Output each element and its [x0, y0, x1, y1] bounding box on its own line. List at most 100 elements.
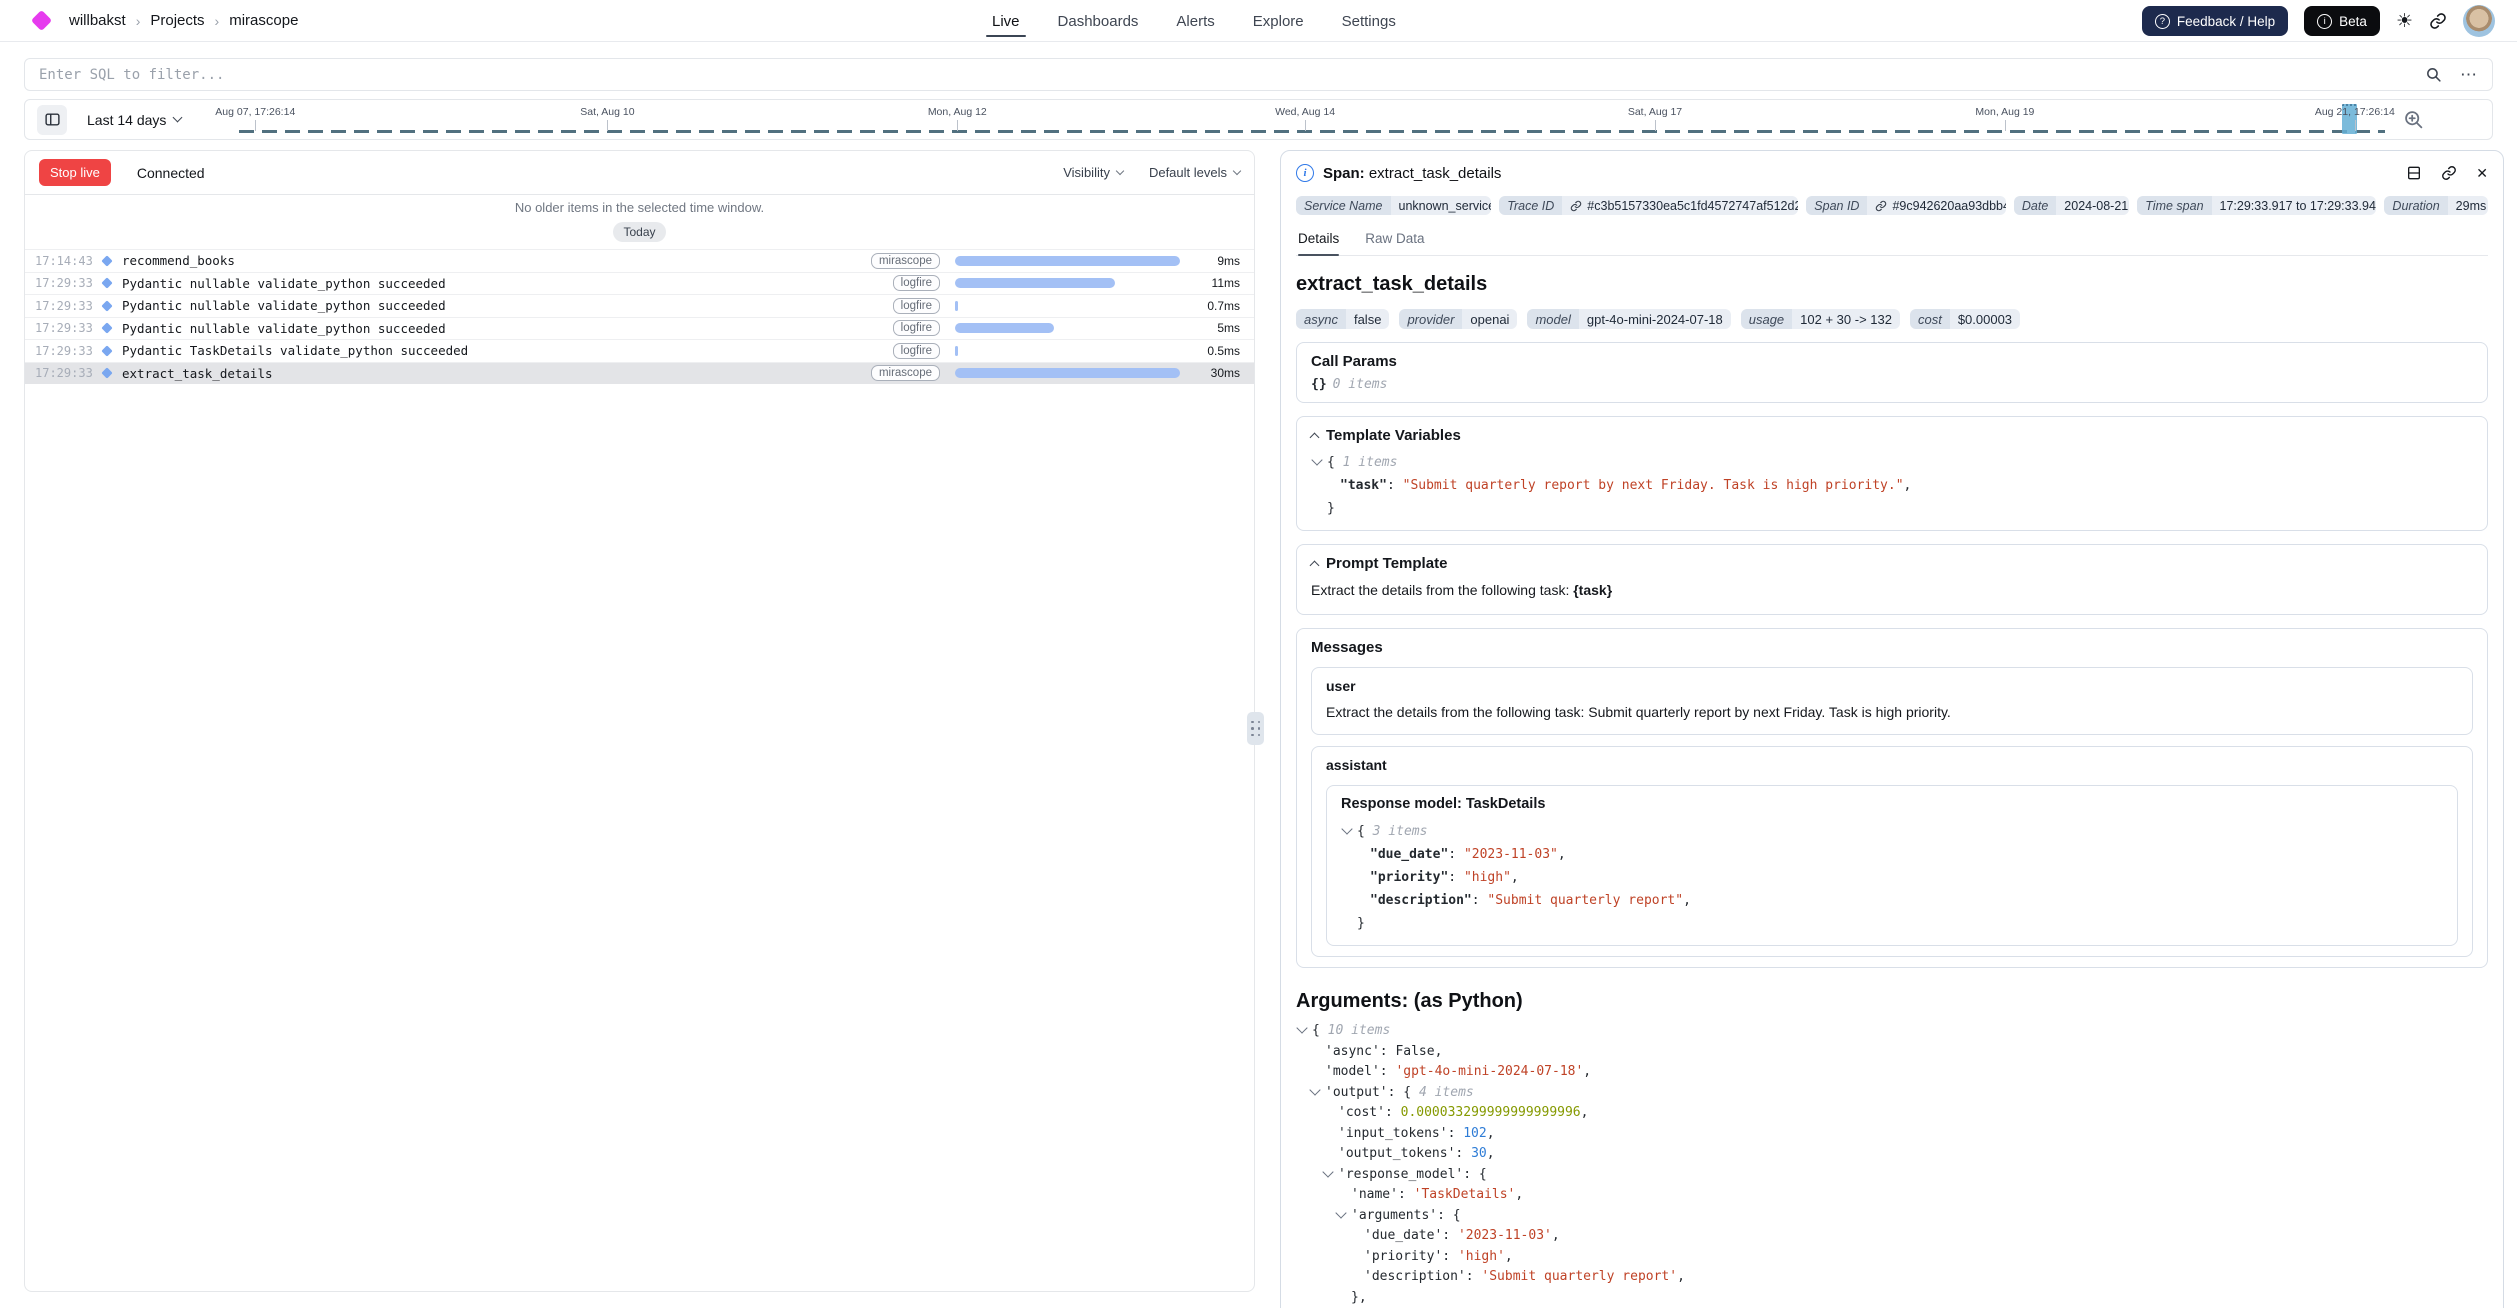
breadcrumb-item[interactable]: Projects	[150, 12, 204, 29]
timeline-axis[interactable]: Aug 07, 17:26:14Sat, Aug 10Mon, Aug 12We…	[229, 100, 2389, 139]
more-options-icon[interactable]: ⋯	[2460, 65, 2478, 85]
panel-resize-handle[interactable]	[1247, 712, 1264, 745]
attr-badge: usage102 + 30 -> 132	[1741, 309, 1900, 329]
prompt-placeholder: {task}	[1573, 582, 1612, 598]
timeline-tick-mark	[255, 120, 256, 131]
nav-tab-dashboards[interactable]: Dashboards	[1058, 0, 1139, 42]
share-link-icon[interactable]	[2429, 12, 2447, 30]
code-token: :	[1455, 1146, 1471, 1161]
log-row[interactable]: 17:29:33Pydantic TaskDetails validate_py…	[25, 339, 1254, 362]
timeline-tick-label: Aug 07, 17:26:14	[215, 106, 295, 118]
visibility-dropdown[interactable]: Visibility	[1063, 165, 1123, 180]
code-token: False	[1395, 1044, 1434, 1059]
collapse-chevron-icon[interactable]	[1311, 454, 1322, 465]
code-line: "task": "Submit quarterly report by next…	[1311, 474, 2473, 497]
log-row[interactable]: 17:29:33extract_task_detailsmirascope30m…	[25, 362, 1254, 385]
user-avatar[interactable]	[2463, 5, 2495, 37]
duration-bar	[955, 278, 1180, 288]
collapse-chevron-icon[interactable]	[1309, 1084, 1320, 1095]
copy-link-icon[interactable]	[2441, 165, 2457, 181]
search-icon[interactable]	[2425, 66, 2442, 83]
code-line: "description": "Submit quarterly report"…	[1341, 889, 2443, 912]
code-line: { 3 items	[1341, 820, 2443, 843]
meta-badge: Trace ID#c3b5157330ea5c1fd4572747af512d2…	[1499, 196, 1798, 215]
code-token: 'Submit quarterly report'	[1481, 1269, 1677, 1284]
template-variables-json: { 1 items"task": "Submit quarterly repor…	[1311, 451, 2473, 520]
code-token: '2023-11-03'	[1458, 1228, 1552, 1243]
assistant-message-card: assistant Response model: TaskDetails { …	[1311, 746, 2473, 957]
badge-label: Duration	[2384, 196, 2447, 215]
badge-label: Date	[2014, 196, 2056, 215]
theme-toggle-icon[interactable]: ☀	[2396, 12, 2413, 31]
meta-badge: Time span17:29:33.917 to 17:29:33.946	[2137, 196, 2376, 215]
time-range-dropdown[interactable]: Last 14 days	[87, 112, 181, 128]
collapse-chevron-icon[interactable]	[1296, 1022, 1307, 1033]
code-line: },	[1296, 1288, 2488, 1308]
timeline-tick-mark	[957, 120, 958, 131]
breadcrumb-separator: ›	[215, 13, 220, 29]
tab-details[interactable]: Details	[1298, 231, 1339, 255]
breadcrumb-item[interactable]: mirascope	[229, 12, 298, 29]
log-row[interactable]: 17:14:43recommend_booksmirascope9ms	[25, 249, 1254, 272]
split-view-icon[interactable]	[2406, 165, 2422, 181]
code-token: ,	[1583, 1064, 1591, 1079]
log-message: recommend_books	[122, 253, 235, 268]
nav-tab-settings[interactable]: Settings	[1342, 0, 1396, 42]
beta-button[interactable]: i Beta	[2304, 6, 2380, 36]
duration-label: 30ms	[1190, 366, 1240, 380]
badge-label: Service Name	[1296, 196, 1391, 215]
stop-live-button[interactable]: Stop live	[39, 159, 111, 186]
link-icon[interactable]	[1570, 200, 1582, 212]
template-variables-heading[interactable]: Template Variables	[1311, 427, 2473, 444]
breadcrumb-item[interactable]: willbakst	[69, 12, 126, 29]
response-model-json: { 3 items"due_date": "2023-11-03","prior…	[1341, 820, 2443, 935]
logfire-logo-icon[interactable]	[31, 10, 52, 31]
zoom-in-icon[interactable]	[2403, 109, 2424, 130]
collapse-chevron-icon[interactable]	[1335, 1207, 1346, 1218]
nav-tab-alerts[interactable]: Alerts	[1176, 0, 1214, 42]
log-timestamp: 17:14:43	[35, 254, 99, 268]
prompt-template-heading[interactable]: Prompt Template	[1311, 555, 2473, 572]
code-token: "2023-11-03"	[1464, 847, 1558, 862]
call-params-card: Call Params {}0 items	[1296, 342, 2488, 403]
sql-filter-input[interactable]	[39, 67, 2407, 83]
feedback-help-button[interactable]: ? Feedback / Help	[2142, 6, 2288, 36]
tab-raw-data[interactable]: Raw Data	[1365, 231, 1424, 255]
code-token: :	[1448, 870, 1464, 885]
code-token: "high"	[1464, 870, 1511, 885]
duration-bar	[955, 368, 1180, 378]
log-row[interactable]: 17:29:33Pydantic nullable validate_pytho…	[25, 294, 1254, 317]
visibility-label: Visibility	[1063, 165, 1110, 180]
log-row[interactable]: 17:29:33Pydantic nullable validate_pytho…	[25, 272, 1254, 295]
log-message: extract_task_details	[122, 366, 273, 381]
collapse-chevron-icon[interactable]	[1322, 1166, 1333, 1177]
code-token: 3 items	[1373, 824, 1428, 839]
sidebar-toggle-icon[interactable]	[37, 105, 67, 135]
attr-badge: asyncfalse	[1296, 309, 1389, 329]
close-icon[interactable]: ✕	[2476, 165, 2488, 182]
code-token: 'priority'	[1364, 1249, 1442, 1264]
duration-bar-fill	[955, 346, 958, 356]
scope-tag-badge: logfire	[893, 275, 940, 291]
log-row[interactable]: 17:29:33Pydantic nullable validate_pytho…	[25, 317, 1254, 340]
connection-status: Connected	[137, 165, 205, 181]
link-icon[interactable]	[1875, 200, 1887, 212]
scope-tag-badge: logfire	[893, 343, 940, 359]
collapse-chevron-icon[interactable]	[1341, 823, 1352, 834]
nav-tab-live[interactable]: Live	[992, 0, 1020, 42]
code-token: "priority"	[1370, 870, 1448, 885]
code-token: 102	[1463, 1126, 1486, 1141]
feedback-help-label: Feedback / Help	[2177, 14, 2275, 29]
today-badge: Today	[613, 222, 665, 242]
code-token: : {	[1463, 1167, 1486, 1182]
code-line: 'description': 'Submit quarterly report'…	[1296, 1267, 2488, 1288]
code-token: ,	[1505, 1249, 1513, 1264]
badge-label: usage	[1741, 309, 1792, 329]
default-levels-dropdown[interactable]: Default levels	[1149, 165, 1240, 180]
code-token: ,	[1552, 1228, 1560, 1243]
code-line: 'response_model': {	[1296, 1165, 2488, 1186]
code-line: 'arguments': {	[1296, 1206, 2488, 1227]
prompt-text: Extract the details from the following t…	[1311, 582, 1573, 598]
nav-tab-explore[interactable]: Explore	[1253, 0, 1304, 42]
badge-value: $0.00003	[1950, 309, 2020, 329]
